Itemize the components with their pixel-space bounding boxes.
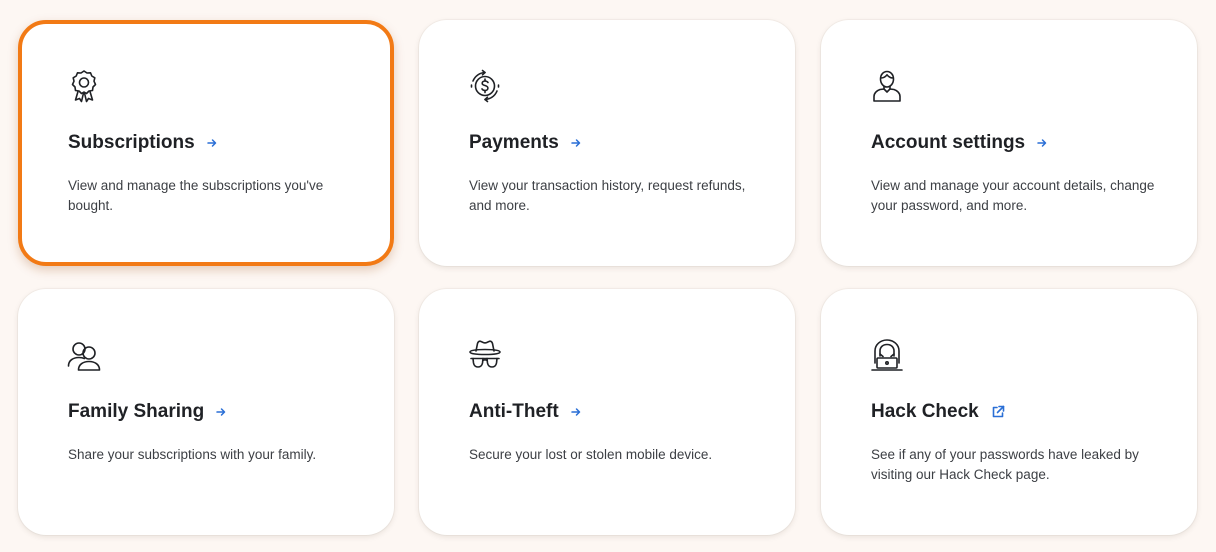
- hacker-icon: [869, 337, 905, 373]
- hack-check-card[interactable]: Hack Check See if any of your passwords …: [821, 289, 1197, 535]
- card-title: Anti-Theft: [469, 401, 559, 422]
- card-title: Family Sharing: [68, 401, 205, 422]
- card-description: View your transaction history, request r…: [469, 178, 746, 213]
- subscriptions-card[interactable]: Subscriptions View and manage the subscr…: [18, 20, 394, 266]
- card-title: Account settings: [871, 132, 1026, 153]
- user-icon: [869, 68, 905, 104]
- card-description: Share your subscriptions with your famil…: [68, 447, 317, 462]
- account-settings-card[interactable]: Account settings View and manage your ac…: [821, 20, 1197, 266]
- card-title: Subscriptions: [68, 132, 195, 153]
- arrow-right-icon: [216, 407, 226, 417]
- family-sharing-card[interactable]: Family Sharing Share your subscriptions …: [18, 289, 394, 535]
- card-description: View and manage the subscriptions you've…: [68, 178, 324, 213]
- card-description: See if any of your passwords have leaked…: [871, 447, 1139, 482]
- account-cards-grid: Subscriptions View and manage the subscr…: [0, 0, 1216, 552]
- card-title: Hack Check: [871, 401, 979, 422]
- external-link-icon: [991, 405, 1005, 419]
- card-description: Secure your lost or stolen mobile device…: [469, 447, 713, 462]
- spy-icon: [467, 337, 503, 373]
- users-icon: [66, 337, 102, 373]
- anti-theft-card[interactable]: Anti-Theft Secure your lost or stolen mo…: [419, 289, 795, 535]
- dollar-cycle-icon: [467, 68, 503, 104]
- card-description: View and manage your account details, ch…: [871, 178, 1155, 213]
- arrow-right-icon: [570, 407, 581, 417]
- arrow-right-icon: [206, 138, 217, 148]
- card-title: Payments: [469, 132, 559, 153]
- arrow-right-icon: [571, 138, 581, 148]
- award-badge-icon: [66, 68, 102, 104]
- arrow-right-icon: [1037, 138, 1047, 148]
- payments-card[interactable]: Payments View your transaction history, …: [419, 20, 795, 266]
